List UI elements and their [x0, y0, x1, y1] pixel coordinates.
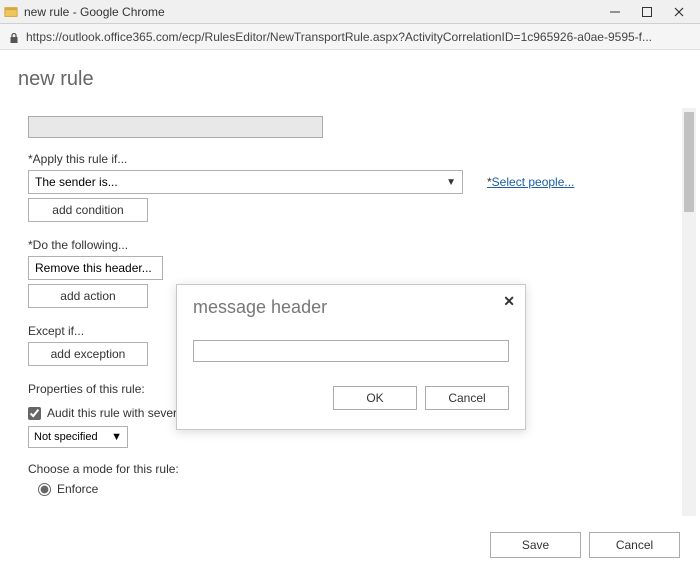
address-bar: https://outlook.office365.com/ecp/RulesE…: [0, 24, 700, 50]
audit-checkbox[interactable]: [28, 407, 41, 420]
add-exception-button[interactable]: add exception: [28, 342, 148, 366]
enforce-radio[interactable]: [38, 483, 51, 496]
add-action-button[interactable]: add action: [28, 284, 148, 308]
add-condition-button[interactable]: add condition: [28, 198, 148, 222]
do-following-select[interactable]: Remove this header...: [28, 256, 163, 280]
close-window-button[interactable]: [672, 5, 686, 19]
mode-label: Choose a mode for this rule:: [28, 462, 668, 476]
vertical-scrollbar[interactable]: [682, 108, 696, 516]
dialog-cancel-button[interactable]: Cancel: [425, 386, 509, 410]
do-following-selected: Remove this header...: [35, 261, 152, 275]
enforce-label: Enforce: [57, 482, 98, 496]
apply-rule-select[interactable]: The sender is... ▼: [28, 170, 463, 194]
header-name-input[interactable]: [193, 340, 509, 362]
apply-rule-selected: The sender is...: [35, 175, 118, 189]
scrollbar-thumb[interactable]: [684, 112, 694, 212]
apply-rule-label: *Apply this rule if...: [28, 152, 668, 166]
save-button[interactable]: Save: [490, 532, 581, 558]
enforce-radio-row[interactable]: Enforce: [28, 482, 668, 496]
message-header-dialog: ✕ message header OK Cancel: [176, 284, 526, 430]
lock-icon: [8, 31, 20, 43]
dialog-title: message header: [193, 297, 509, 318]
severity-select[interactable]: Not specified ▼: [28, 426, 128, 448]
minimize-button[interactable]: [608, 5, 622, 19]
window-controls: [608, 5, 696, 19]
main-content: new rule *Apply this rule if... The send…: [0, 50, 700, 568]
app-icon: [4, 5, 18, 19]
title-bar: new rule - Google Chrome: [0, 0, 700, 24]
dialog-ok-button[interactable]: OK: [333, 386, 417, 410]
do-following-label: *Do the following...: [28, 238, 668, 252]
window-title: new rule - Google Chrome: [24, 5, 608, 19]
maximize-button[interactable]: [640, 5, 654, 19]
rule-name-input[interactable]: [28, 116, 323, 138]
page-title: new rule: [18, 68, 682, 91]
cancel-button[interactable]: Cancel: [589, 532, 680, 558]
page-footer: Save Cancel: [490, 532, 680, 558]
dialog-close-icon[interactable]: ✕: [503, 293, 515, 310]
caret-down-icon: ▼: [111, 431, 122, 443]
severity-value: Not specified: [34, 431, 98, 443]
caret-down-icon: ▼: [446, 177, 456, 188]
url-text[interactable]: https://outlook.office365.com/ecp/RulesE…: [26, 30, 692, 44]
select-people-link[interactable]: Select people...: [487, 175, 574, 189]
